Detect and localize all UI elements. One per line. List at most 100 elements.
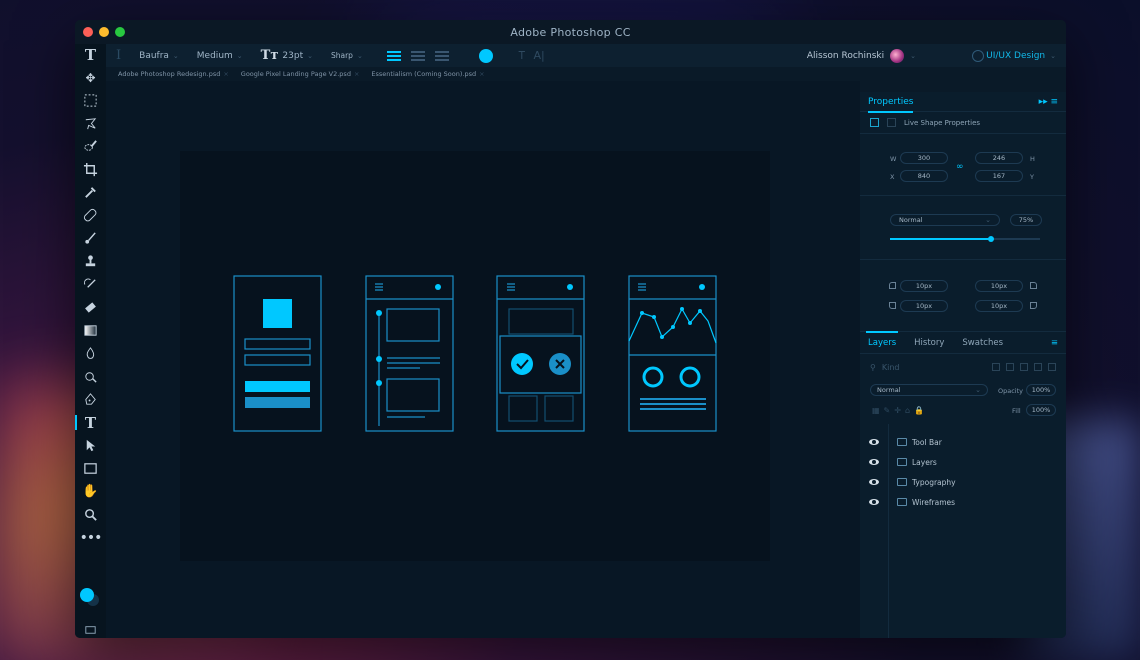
- tab-layers[interactable]: Layers: [865, 330, 899, 348]
- smart-filter-icon[interactable]: [1048, 363, 1056, 371]
- healing-brush-tool[interactable]: [75, 204, 106, 227]
- marquee-tool[interactable]: [75, 89, 106, 112]
- artboard[interactable]: [180, 151, 770, 561]
- properties-title[interactable]: Properties: [868, 97, 914, 113]
- type-tool-header[interactable]: T: [75, 44, 106, 66]
- eye-icon[interactable]: [869, 499, 879, 505]
- corner-bl-field[interactable]: 10px: [900, 300, 948, 312]
- type-filter-icon[interactable]: [1020, 363, 1028, 371]
- tab-swatches[interactable]: Swatches: [962, 338, 1003, 348]
- layer-opacity-field[interactable]: 100%: [1026, 384, 1056, 396]
- tab-close-icon[interactable]: ×: [479, 70, 484, 78]
- doc-tab[interactable]: Essentialism (Coming Soon).psd ×: [371, 70, 484, 78]
- stamp-icon: [85, 255, 96, 267]
- layers-menu-icon[interactable]: ≡: [1051, 338, 1058, 348]
- eye-icon[interactable]: [869, 459, 879, 465]
- layer-row[interactable]: Wireframes: [860, 492, 1066, 512]
- doc-tab-label: Adobe Photoshop Redesign.psd: [118, 70, 221, 78]
- link-icon[interactable]: ∞: [956, 162, 964, 172]
- canvas-area[interactable]: [106, 81, 860, 638]
- type-orientation-icon[interactable]: I: [116, 48, 121, 63]
- eraser-tool[interactable]: [75, 296, 106, 319]
- pixel-filter-icon[interactable]: [992, 363, 1000, 371]
- user-account[interactable]: Alisson Rochinski ⌄: [807, 48, 916, 63]
- doc-tab-label: Google Pixel Landing Page V2.psd: [240, 70, 351, 78]
- dodge-icon: [85, 372, 97, 383]
- hand-tool[interactable]: ✋: [75, 480, 106, 503]
- align-right-icon[interactable]: [434, 50, 449, 61]
- layer-blend-row: Normal ⌄ Opacity 100%: [860, 380, 1066, 400]
- opacity-slider[interactable]: [890, 236, 1040, 242]
- doc-tab[interactable]: Adobe Photoshop Redesign.psd ×: [118, 70, 229, 78]
- font-family-select[interactable]: Baufra ⌄: [139, 51, 179, 61]
- layer-fill-field[interactable]: 100%: [1026, 404, 1056, 416]
- font-family-value: Baufra: [139, 50, 169, 61]
- corner-bottom-left-icon: [889, 302, 896, 309]
- text-color-swatch[interactable]: [478, 48, 493, 63]
- doc-tab-label: Essentialism (Coming Soon).psd: [371, 70, 477, 78]
- layer-row[interactable]: Typography: [860, 472, 1066, 492]
- corner-tl-field[interactable]: 10px: [900, 280, 948, 292]
- crop-tool[interactable]: [75, 158, 106, 181]
- mask-icon[interactable]: [887, 118, 896, 127]
- search-icon[interactable]: [972, 49, 984, 62]
- move-tool[interactable]: ✥: [75, 66, 106, 89]
- align-left-icon[interactable]: [386, 50, 401, 61]
- lasso-tool[interactable]: [75, 112, 106, 135]
- warp-text-icon[interactable]: Ꭲ: [519, 49, 526, 63]
- gradient-tool[interactable]: [75, 319, 106, 342]
- corner-tr-field[interactable]: 10px: [975, 280, 1023, 292]
- kind-filter[interactable]: Kind: [882, 363, 900, 372]
- tab-history[interactable]: History: [914, 338, 944, 348]
- panel-menu-icon[interactable]: ▸▸ ≡: [1039, 97, 1058, 107]
- rectangle-tool[interactable]: [75, 457, 106, 480]
- layer-row[interactable]: Tool Bar: [860, 432, 1066, 452]
- screen-mode-tool[interactable]: [75, 634, 106, 638]
- character-panel-icon[interactable]: A|: [533, 49, 544, 62]
- blur-tool[interactable]: [75, 342, 106, 365]
- zoom-tool[interactable]: [75, 503, 106, 526]
- quick-select-tool[interactable]: [75, 135, 106, 158]
- tab-close-icon[interactable]: ×: [354, 70, 359, 78]
- adjustment-filter-icon[interactable]: [1006, 363, 1014, 371]
- avatar: [890, 48, 905, 63]
- blend-mode-select[interactable]: Normal ⌄: [890, 214, 1000, 226]
- eye-icon[interactable]: [869, 439, 879, 445]
- y-field[interactable]: 167: [975, 170, 1023, 182]
- dodge-tool[interactable]: [75, 365, 106, 388]
- align-center-icon[interactable]: [410, 50, 425, 61]
- font-size-select[interactable]: Tт 23pt ⌄: [261, 48, 313, 63]
- title-bar: Adobe Photoshop CC: [75, 20, 1066, 44]
- h-label: H: [1030, 155, 1035, 163]
- height-field[interactable]: 246: [975, 152, 1023, 164]
- opacity-field[interactable]: 75%: [1010, 214, 1042, 226]
- eyedropper-tool[interactable]: [75, 181, 106, 204]
- doc-tab[interactable]: Google Pixel Landing Page V2.psd ×: [241, 70, 360, 78]
- lock-icons[interactable]: ▦✎✛⌂🔒: [872, 406, 928, 415]
- type-tool[interactable]: T: [75, 411, 106, 434]
- path-select-tool[interactable]: [75, 434, 106, 457]
- eye-icon[interactable]: [869, 479, 879, 485]
- stamp-tool[interactable]: [75, 250, 106, 273]
- history-brush-tool[interactable]: [75, 273, 106, 296]
- corner-br-field[interactable]: 10px: [975, 300, 1023, 312]
- layers-divider: [888, 424, 889, 638]
- text-align-group: [386, 50, 449, 61]
- pen-icon: [85, 393, 96, 405]
- antialias-select[interactable]: Sharp ⌄: [331, 51, 363, 60]
- layer-blend-select[interactable]: Normal ⌄: [870, 384, 988, 396]
- layer-row[interactable]: Layers: [860, 452, 1066, 472]
- width-field[interactable]: 300: [900, 152, 948, 164]
- workspace-select[interactable]: UI/UX Design ⌄: [986, 51, 1056, 61]
- pen-tool[interactable]: [75, 388, 106, 411]
- more-tools[interactable]: •••: [75, 526, 106, 549]
- opacity-slider-knob[interactable]: [987, 236, 994, 242]
- foreground-color-swatch[interactable]: [80, 588, 94, 602]
- font-weight-select[interactable]: Medium ⌄: [197, 51, 243, 61]
- transform-icon[interactable]: [870, 118, 879, 127]
- brush-tool[interactable]: [75, 227, 106, 250]
- eraser-icon: [85, 302, 96, 313]
- tab-close-icon[interactable]: ×: [223, 70, 228, 78]
- x-field[interactable]: 840: [900, 170, 948, 182]
- shape-filter-icon[interactable]: [1034, 363, 1042, 371]
